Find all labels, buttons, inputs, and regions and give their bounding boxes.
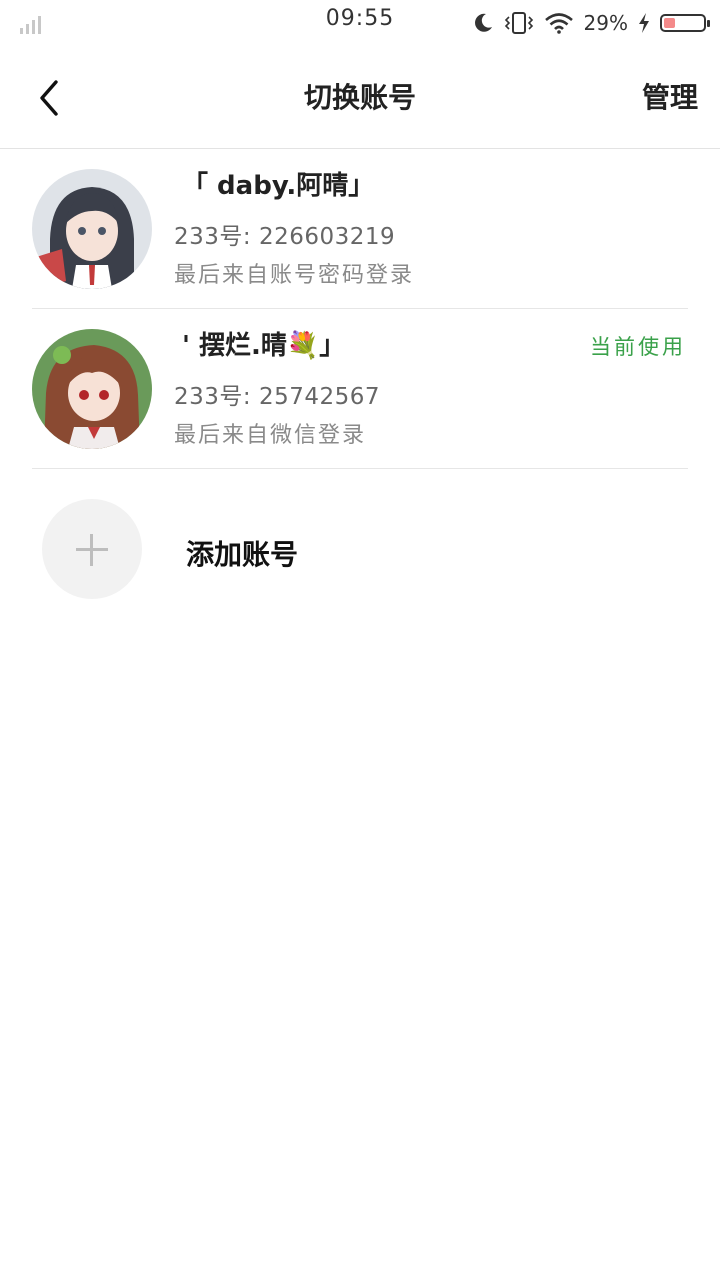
status-bar: 09:55 29% bbox=[0, 0, 720, 48]
moon-icon bbox=[474, 13, 492, 32]
account-name: ' 摆烂.晴💐」 bbox=[182, 331, 346, 361]
account-item[interactable]: ' 摆烂.晴💐」 233号: 25742567 最后来自微信登录 当前使用 bbox=[0, 309, 720, 469]
avatar-image bbox=[32, 329, 152, 449]
page-title: 切换账号 bbox=[303, 81, 416, 114]
nav-bar: 切换账号 管理 bbox=[0, 48, 720, 149]
add-account-label: 添加账号 bbox=[186, 538, 299, 571]
avatar-image bbox=[32, 169, 152, 289]
chevron-left-icon bbox=[40, 80, 58, 116]
status-right-cluster: 29% bbox=[472, 8, 710, 38]
last-login-method: 最后来自账号密码登录 bbox=[174, 263, 415, 288]
account-id: 233号: 226603219 bbox=[174, 224, 396, 250]
back-button[interactable] bbox=[28, 74, 72, 122]
vibrate-icon bbox=[504, 12, 533, 34]
avatar bbox=[32, 169, 152, 289]
last-login-method: 最后来自微信登录 bbox=[174, 423, 367, 448]
account-id: 233号: 25742567 bbox=[174, 384, 381, 410]
account-list: 「 daby.阿晴」 233号: 226603219 最后来自账号密码登录 ' … bbox=[0, 149, 720, 629]
wifi-icon bbox=[544, 13, 573, 34]
battery-percent: 29% bbox=[583, 11, 628, 35]
battery-icon bbox=[660, 14, 710, 32]
current-account-badge: 当前使用 bbox=[590, 335, 686, 359]
plus-icon bbox=[42, 499, 142, 599]
add-account-button[interactable]: 添加账号 bbox=[0, 469, 720, 629]
account-name: 「 daby.阿晴」 bbox=[182, 171, 375, 201]
account-item[interactable]: 「 daby.阿晴」 233号: 226603219 最后来自账号密码登录 bbox=[0, 149, 720, 309]
avatar bbox=[32, 329, 152, 449]
battery-level bbox=[664, 18, 675, 28]
charging-icon bbox=[639, 13, 649, 33]
manage-button[interactable]: 管理 bbox=[642, 76, 698, 116]
